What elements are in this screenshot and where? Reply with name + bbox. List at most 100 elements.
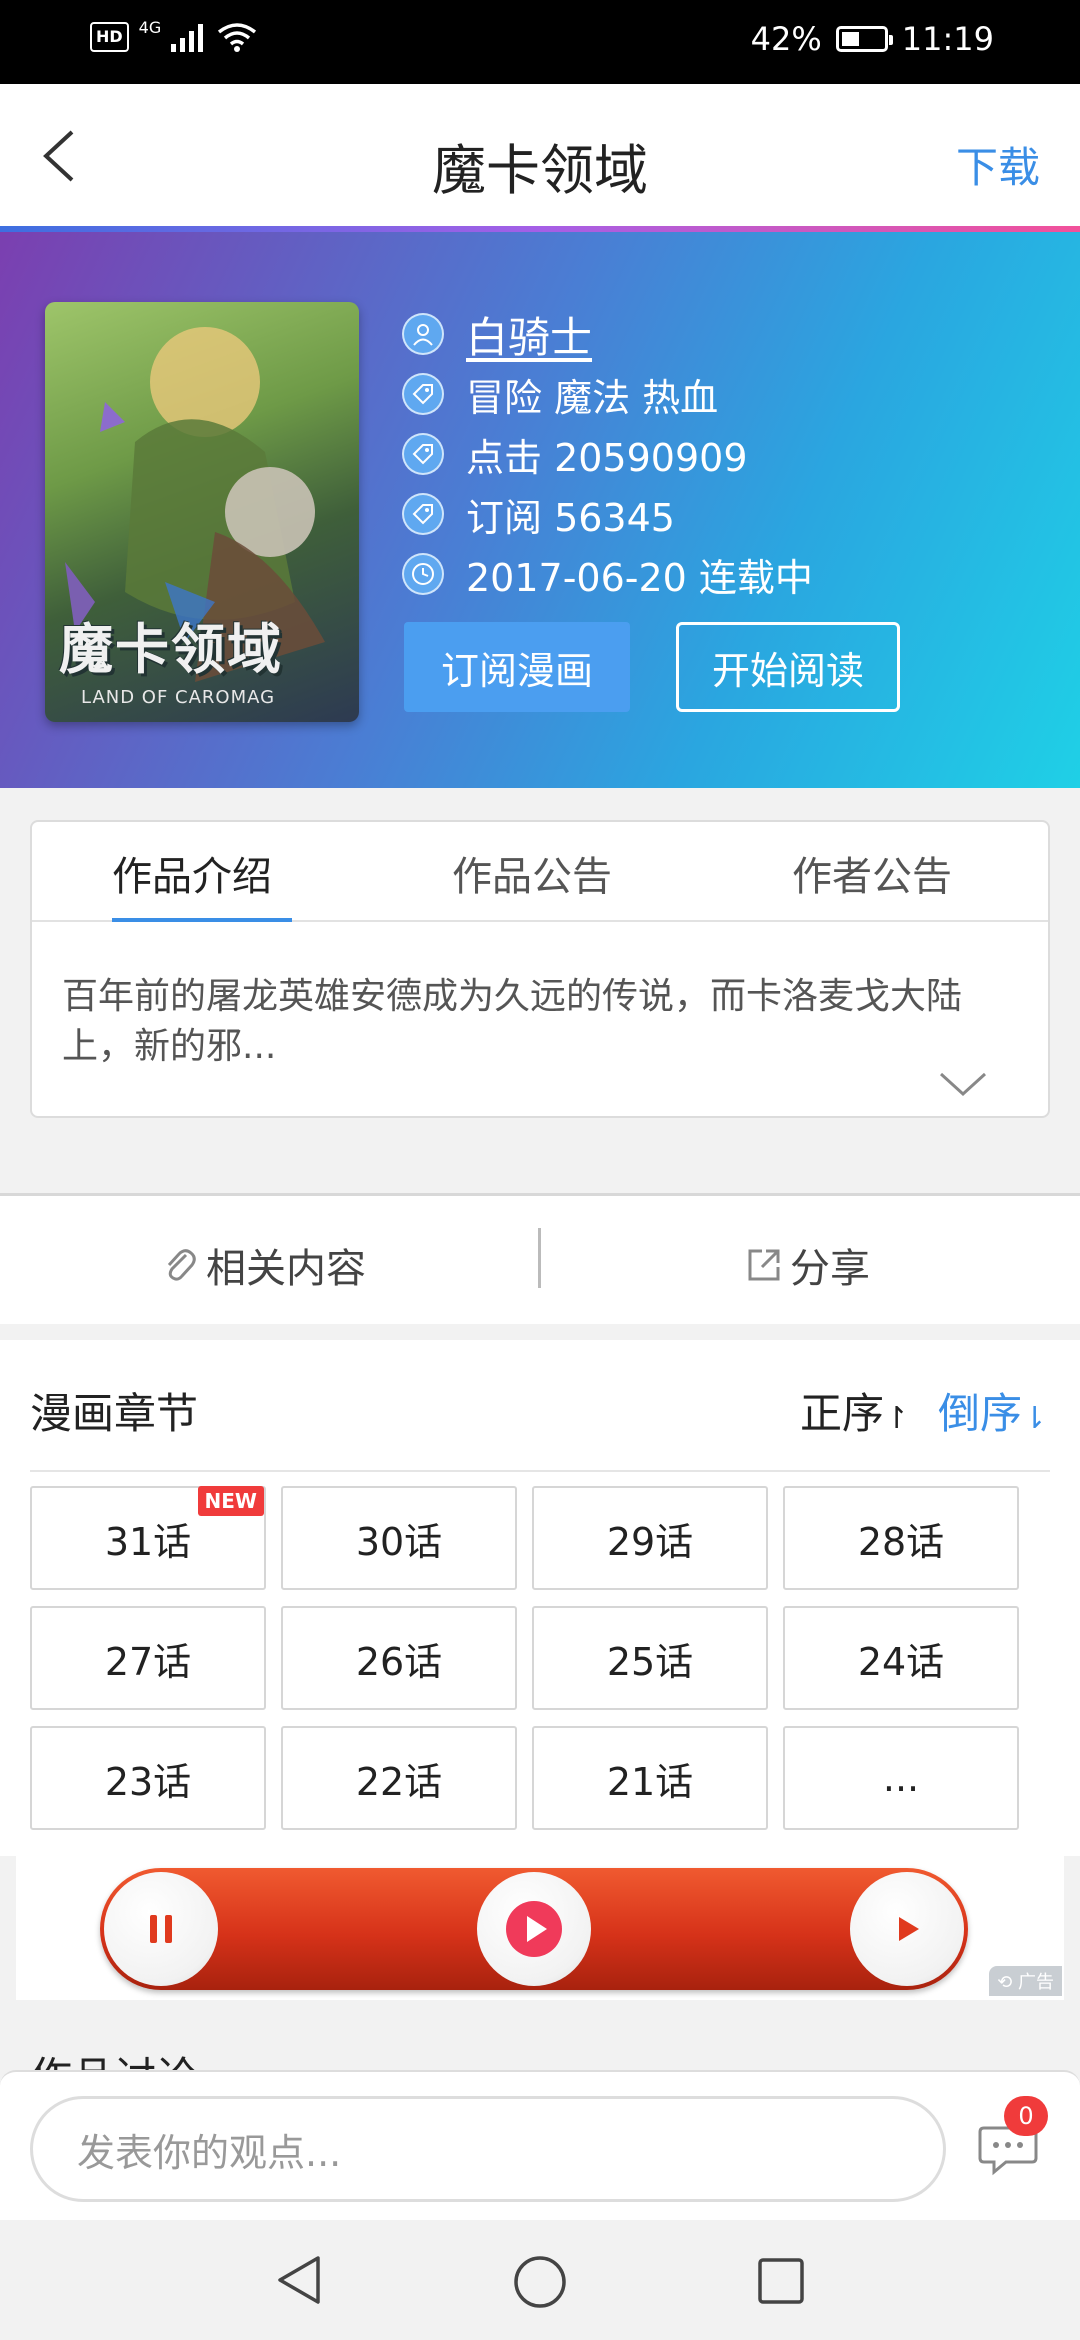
- chapter-item[interactable]: 23话: [30, 1726, 266, 1830]
- chapter-item[interactable]: 30话: [281, 1486, 517, 1590]
- battery-fill: [841, 32, 859, 46]
- chapter-label: 30话: [355, 1519, 443, 1564]
- sort-ascending-button[interactable]: 正序↾: [800, 1380, 909, 1441]
- comic-info: 白骑士 冒险 魔法 热血 点击 20590909 订阅 56345 2017-0…: [402, 304, 813, 604]
- tag-icon: [402, 493, 444, 535]
- comic-cover[interactable]: 魔卡领域 LAND OF CAROMAG: [45, 302, 359, 722]
- action-divider: [538, 1228, 541, 1288]
- active-tab-indicator: [112, 918, 292, 922]
- clock-icon: [402, 553, 444, 595]
- play-icon: [850, 1872, 964, 1986]
- share-button[interactable]: 分享: [744, 1236, 870, 1294]
- update-status: 2017-06-20 连载中: [466, 555, 813, 600]
- ad-label-text: 广告: [1018, 1972, 1054, 1993]
- author-link[interactable]: 白骑士: [466, 304, 592, 365]
- music-logo-icon: [477, 1872, 591, 1986]
- chapter-label: 27话: [104, 1639, 192, 1684]
- chapters-section: 漫画章节 正序↾ 倒序⇂ 31话 NEW 30话 29话 28话 27话 26话 …: [0, 1340, 1080, 1856]
- related-label: 相关内容: [206, 1246, 366, 1292]
- chapter-grid: 31话 NEW 30话 29话 28话 27话 26话 25话 24话 23话 2…: [30, 1486, 1050, 1830]
- tab-author-notice[interactable]: 作者公告: [792, 844, 952, 902]
- chapter-item[interactable]: 24话: [783, 1606, 1019, 1710]
- sort-descending-button[interactable]: 倒序⇂: [938, 1380, 1047, 1441]
- wifi-icon: [218, 23, 257, 52]
- battery-percent: 42%: [750, 20, 822, 58]
- chapters-divider: [30, 1470, 1050, 1472]
- network-type: 4G: [138, 17, 162, 37]
- chapter-label: 26话: [355, 1639, 443, 1684]
- system-navbar: [0, 2220, 1080, 2340]
- chapter-label: 31话: [104, 1519, 192, 1564]
- user-icon: [402, 313, 444, 355]
- nav-home-icon[interactable]: [512, 2254, 568, 2310]
- chapter-label: 24话: [857, 1639, 945, 1684]
- chapter-item[interactable]: 29话: [532, 1486, 768, 1590]
- arrow-up-icon: ↾: [884, 1401, 910, 1436]
- cover-title: 魔卡领域: [59, 618, 283, 681]
- ad-banner[interactable]: ⟲ 广告: [16, 1852, 1064, 2000]
- chapter-label: 28话: [857, 1519, 945, 1564]
- chapter-label: 25话: [606, 1639, 694, 1684]
- chapter-item[interactable]: 26话: [281, 1606, 517, 1710]
- tags-row: 冒险 魔法 热血: [402, 364, 813, 424]
- nav-recents-icon[interactable]: [756, 2256, 806, 2306]
- intro-tabs: 作品介绍 作品公告 作者公告: [32, 822, 1048, 922]
- tag-icon: [402, 433, 444, 475]
- intro-card: 作品介绍 作品公告 作者公告 百年前的屠龙英雄安德成为久远的传说，而卡洛麦戈大陆…: [30, 820, 1050, 1118]
- cover-subtitle: LAND OF CAROMAG: [81, 687, 276, 708]
- share-icon: [748, 1249, 780, 1281]
- comment-bar: 发表你的观点... 0: [0, 2070, 1080, 2220]
- hd-icon: HD: [90, 22, 129, 52]
- chapter-label: 22话: [355, 1759, 443, 1804]
- expand-button[interactable]: [938, 1070, 988, 1102]
- subscribe-button[interactable]: 订阅漫画: [404, 622, 630, 712]
- share-label: 分享: [790, 1246, 870, 1292]
- chapter-item[interactable]: 27话: [30, 1606, 266, 1710]
- chapter-item[interactable]: 22话: [281, 1726, 517, 1830]
- chapter-label: 23话: [104, 1759, 192, 1804]
- more-label: ...: [882, 1756, 920, 1800]
- status-left: HD 4G: [90, 18, 257, 52]
- related-content-button[interactable]: 相关内容: [160, 1236, 366, 1294]
- subscriptions-row: 订阅 56345: [402, 484, 813, 544]
- action-bar: 相关内容 分享: [0, 1196, 1080, 1324]
- ad-label: ⟲ 广告: [989, 1966, 1062, 1996]
- tag-icon: [402, 373, 444, 415]
- new-badge: NEW: [197, 1486, 264, 1516]
- signal-icon: [171, 24, 204, 52]
- comment-input[interactable]: 发表你的观点...: [30, 2096, 946, 2202]
- message-count-badge: 0: [1004, 2096, 1048, 2136]
- download-button[interactable]: 下载: [956, 134, 1040, 195]
- chevron-down-icon: [939, 1072, 987, 1097]
- pause-icon: [104, 1872, 218, 1986]
- tab-work-notice[interactable]: 作品公告: [452, 844, 612, 902]
- start-reading-button[interactable]: 开始阅读: [676, 622, 900, 712]
- hero-buttons: 订阅漫画 开始阅读: [404, 622, 900, 712]
- chapter-label: 29话: [606, 1519, 694, 1564]
- clicks-row: 点击 20590909: [402, 424, 813, 484]
- battery-icon: [835, 26, 893, 52]
- nav-back-icon[interactable]: [274, 2254, 324, 2306]
- more-chapters-button[interactable]: ...: [783, 1726, 1019, 1830]
- arrow-down-icon: ⇂: [1022, 1401, 1048, 1436]
- sort-desc-label: 倒序: [938, 1389, 1023, 1438]
- chapter-item[interactable]: 25话: [532, 1606, 768, 1710]
- paperclip-icon: [167, 1249, 196, 1281]
- date-row: 2017-06-20 连载中: [402, 544, 813, 604]
- intro-text: 百年前的屠龙英雄安德成为久远的传说，而卡洛麦戈大陆上，新的邪...: [62, 976, 963, 1067]
- chapter-item[interactable]: 28话: [783, 1486, 1019, 1590]
- tab-intro[interactable]: 作品介绍: [112, 844, 272, 902]
- chapter-item[interactable]: 31话 NEW: [30, 1486, 266, 1590]
- chapter-label: 21话: [606, 1759, 694, 1804]
- ad-player-bar: [100, 1868, 968, 1990]
- top-navbar: 魔卡领域 下载: [0, 84, 1080, 228]
- status-bar: HD 4G 42% 11:19: [0, 0, 1080, 84]
- sort-asc-label: 正序: [800, 1389, 885, 1438]
- click-count: 点击 20590909: [466, 435, 748, 480]
- comic-tags: 冒险 魔法 热血: [466, 375, 719, 420]
- author-row: 白骑士: [402, 304, 813, 364]
- subscription-count: 订阅 56345: [466, 495, 675, 540]
- chapter-item[interactable]: 21话: [532, 1726, 768, 1830]
- status-right: 42% 11:19: [751, 20, 994, 58]
- clock: 11:19: [901, 20, 994, 58]
